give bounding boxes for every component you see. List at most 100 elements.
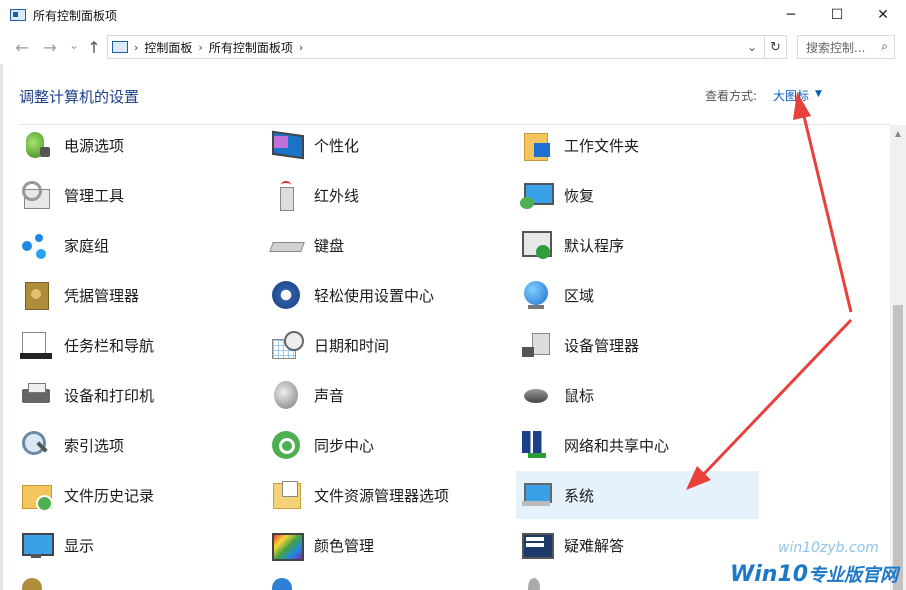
mouse-icon <box>520 379 552 411</box>
list-item[interactable]: 设备管理器 <box>516 321 759 369</box>
window-controls: ─ ☐ ✕ <box>768 0 906 30</box>
list-item[interactable]: 恢复 <box>516 171 759 219</box>
region-icon <box>520 279 552 311</box>
breadcrumb-separator-icon[interactable]: › <box>134 41 138 54</box>
minimize-button[interactable]: ─ <box>768 0 814 30</box>
item-label: 工作文件夹 <box>564 136 640 155</box>
page-title: 调整计算机的设置 <box>19 88 140 106</box>
up-arrow-icon[interactable]: ↑ <box>84 37 104 57</box>
list-item[interactable]: 设备和打印机 <box>16 371 259 419</box>
item-label: 疑难解答 <box>564 536 625 555</box>
breadcrumb-separator-icon[interactable]: › <box>299 41 303 54</box>
vertical-scrollbar[interactable]: ▲ <box>890 125 906 590</box>
view-by-caret-icon[interactable]: ▼ <box>815 89 822 99</box>
window-title: 所有控制面板项 <box>33 8 118 23</box>
scroll-up-icon[interactable]: ▲ <box>890 125 906 141</box>
watermark-brand-name: Win10 <box>730 562 809 587</box>
list-item[interactable]: 文件资源管理器选项 <box>266 471 509 519</box>
address-dropdown-icon[interactable]: ⌄ <box>742 37 762 57</box>
refresh-icon[interactable]: ↻ <box>765 35 787 59</box>
item-label: 显示 <box>64 536 95 555</box>
list-item[interactable]: 网络和共享中心 <box>516 421 759 469</box>
list-item[interactable]: 文件历史记录 <box>16 471 259 519</box>
view-by-label: 查看方式: <box>705 89 758 103</box>
list-item[interactable]: 凭据管理器 <box>16 271 259 319</box>
list-item[interactable]: 电源选项 <box>16 121 259 169</box>
recovery-icon <box>520 179 554 211</box>
item-label: 区域 <box>564 286 595 305</box>
list-item[interactable]: 疑难解答 <box>516 521 759 569</box>
list-item[interactable]: 管理工具 <box>16 171 259 219</box>
list-item[interactable]: 同步中心 <box>266 421 509 469</box>
indexing-icon <box>20 429 52 461</box>
item-label: 键盘 <box>314 236 345 255</box>
list-item-system-highlighted[interactable]: 系统 <box>516 471 759 519</box>
annotation-arrow-line-up <box>801 111 853 313</box>
list-item[interactable]: 键盘 <box>266 221 509 269</box>
sync-center-icon <box>270 429 302 461</box>
item-label: 索引选项 <box>64 436 125 455</box>
list-item[interactable]: 轻松使用设置中心 <box>266 271 509 319</box>
keyboard-icon <box>270 229 302 261</box>
display-icon <box>20 529 54 561</box>
watermark-brand-text: 专业版官网 <box>808 565 899 586</box>
recent-locations-chevron-icon[interactable]: ⌄ <box>64 35 84 55</box>
item-label: 同步中心 <box>314 436 375 455</box>
list-item[interactable]: 个性化 <box>266 121 509 169</box>
item-label: 颜色管理 <box>314 536 375 555</box>
item-label: 红外线 <box>314 186 360 205</box>
list-item[interactable]: 红外线 <box>266 171 509 219</box>
item-label: 设备和打印机 <box>64 386 155 405</box>
list-item[interactable]: 任务栏和导航 <box>16 321 259 369</box>
ease-of-access-icon <box>270 279 302 311</box>
close-button[interactable]: ✕ <box>860 0 906 30</box>
printer-icon <box>20 379 52 411</box>
item-label: 系统 <box>564 486 595 505</box>
homegroup-icon <box>20 229 52 261</box>
item-label: 家庭组 <box>64 236 110 255</box>
list-item[interactable]: 鼠标 <box>516 371 759 419</box>
power-options-icon <box>20 129 52 161</box>
left-window-edge <box>0 64 3 590</box>
search-input[interactable]: 搜索控制... ⌕ <box>797 35 895 59</box>
control-panel-icon <box>10 9 26 21</box>
personalization-icon <box>270 129 302 161</box>
list-item[interactable]: 显示 <box>16 521 259 569</box>
breadcrumb-all-items[interactable]: 所有控制面板项 <box>209 39 293 56</box>
partial-row-icon <box>272 578 292 590</box>
list-item[interactable]: 声音 <box>266 371 509 419</box>
search-placeholder: 搜索控制... <box>806 40 866 55</box>
forward-arrow-icon[interactable]: → <box>40 37 60 57</box>
taskbar-icon <box>20 329 52 361</box>
device-manager-icon <box>520 329 552 361</box>
list-item[interactable]: 默认程序 <box>516 221 759 269</box>
maximize-button[interactable]: ☐ <box>814 0 860 30</box>
list-item[interactable]: 家庭组 <box>16 221 259 269</box>
breadcrumb-control-panel[interactable]: 控制面板 <box>144 39 192 56</box>
list-item[interactable]: 日期和时间 <box>266 321 509 369</box>
item-label: 轻松使用设置中心 <box>314 286 435 305</box>
item-label: 日期和时间 <box>314 336 390 355</box>
watermark-brand: Win10专业版官网 <box>730 561 898 587</box>
back-arrow-icon[interactable]: ← <box>12 37 32 57</box>
scrollbar-thumb[interactable] <box>893 305 903 590</box>
search-icon[interactable]: ⌕ <box>881 39 888 54</box>
list-item[interactable]: 工作文件夹 <box>516 121 759 169</box>
partial-row-icon <box>528 578 540 590</box>
credential-manager-icon <box>20 279 52 311</box>
item-label: 默认程序 <box>564 236 625 255</box>
explorer-options-icon <box>270 479 302 511</box>
file-history-icon <box>20 479 53 512</box>
item-label: 文件历史记录 <box>64 486 155 505</box>
item-label: 恢复 <box>564 186 595 205</box>
list-item[interactable]: 索引选项 <box>16 421 259 469</box>
color-management-icon <box>270 529 304 561</box>
list-item[interactable]: 区域 <box>516 271 759 319</box>
address-bar[interactable]: › 控制面板 › 所有控制面板项 › <box>107 35 765 59</box>
list-item[interactable]: 颜色管理 <box>266 521 509 569</box>
breadcrumb-separator-icon[interactable]: › <box>198 41 202 54</box>
item-label: 声音 <box>314 386 345 405</box>
default-programs-icon <box>520 229 552 261</box>
item-label: 文件资源管理器选项 <box>314 486 450 505</box>
view-by-dropdown[interactable]: 大图标 <box>773 87 809 104</box>
